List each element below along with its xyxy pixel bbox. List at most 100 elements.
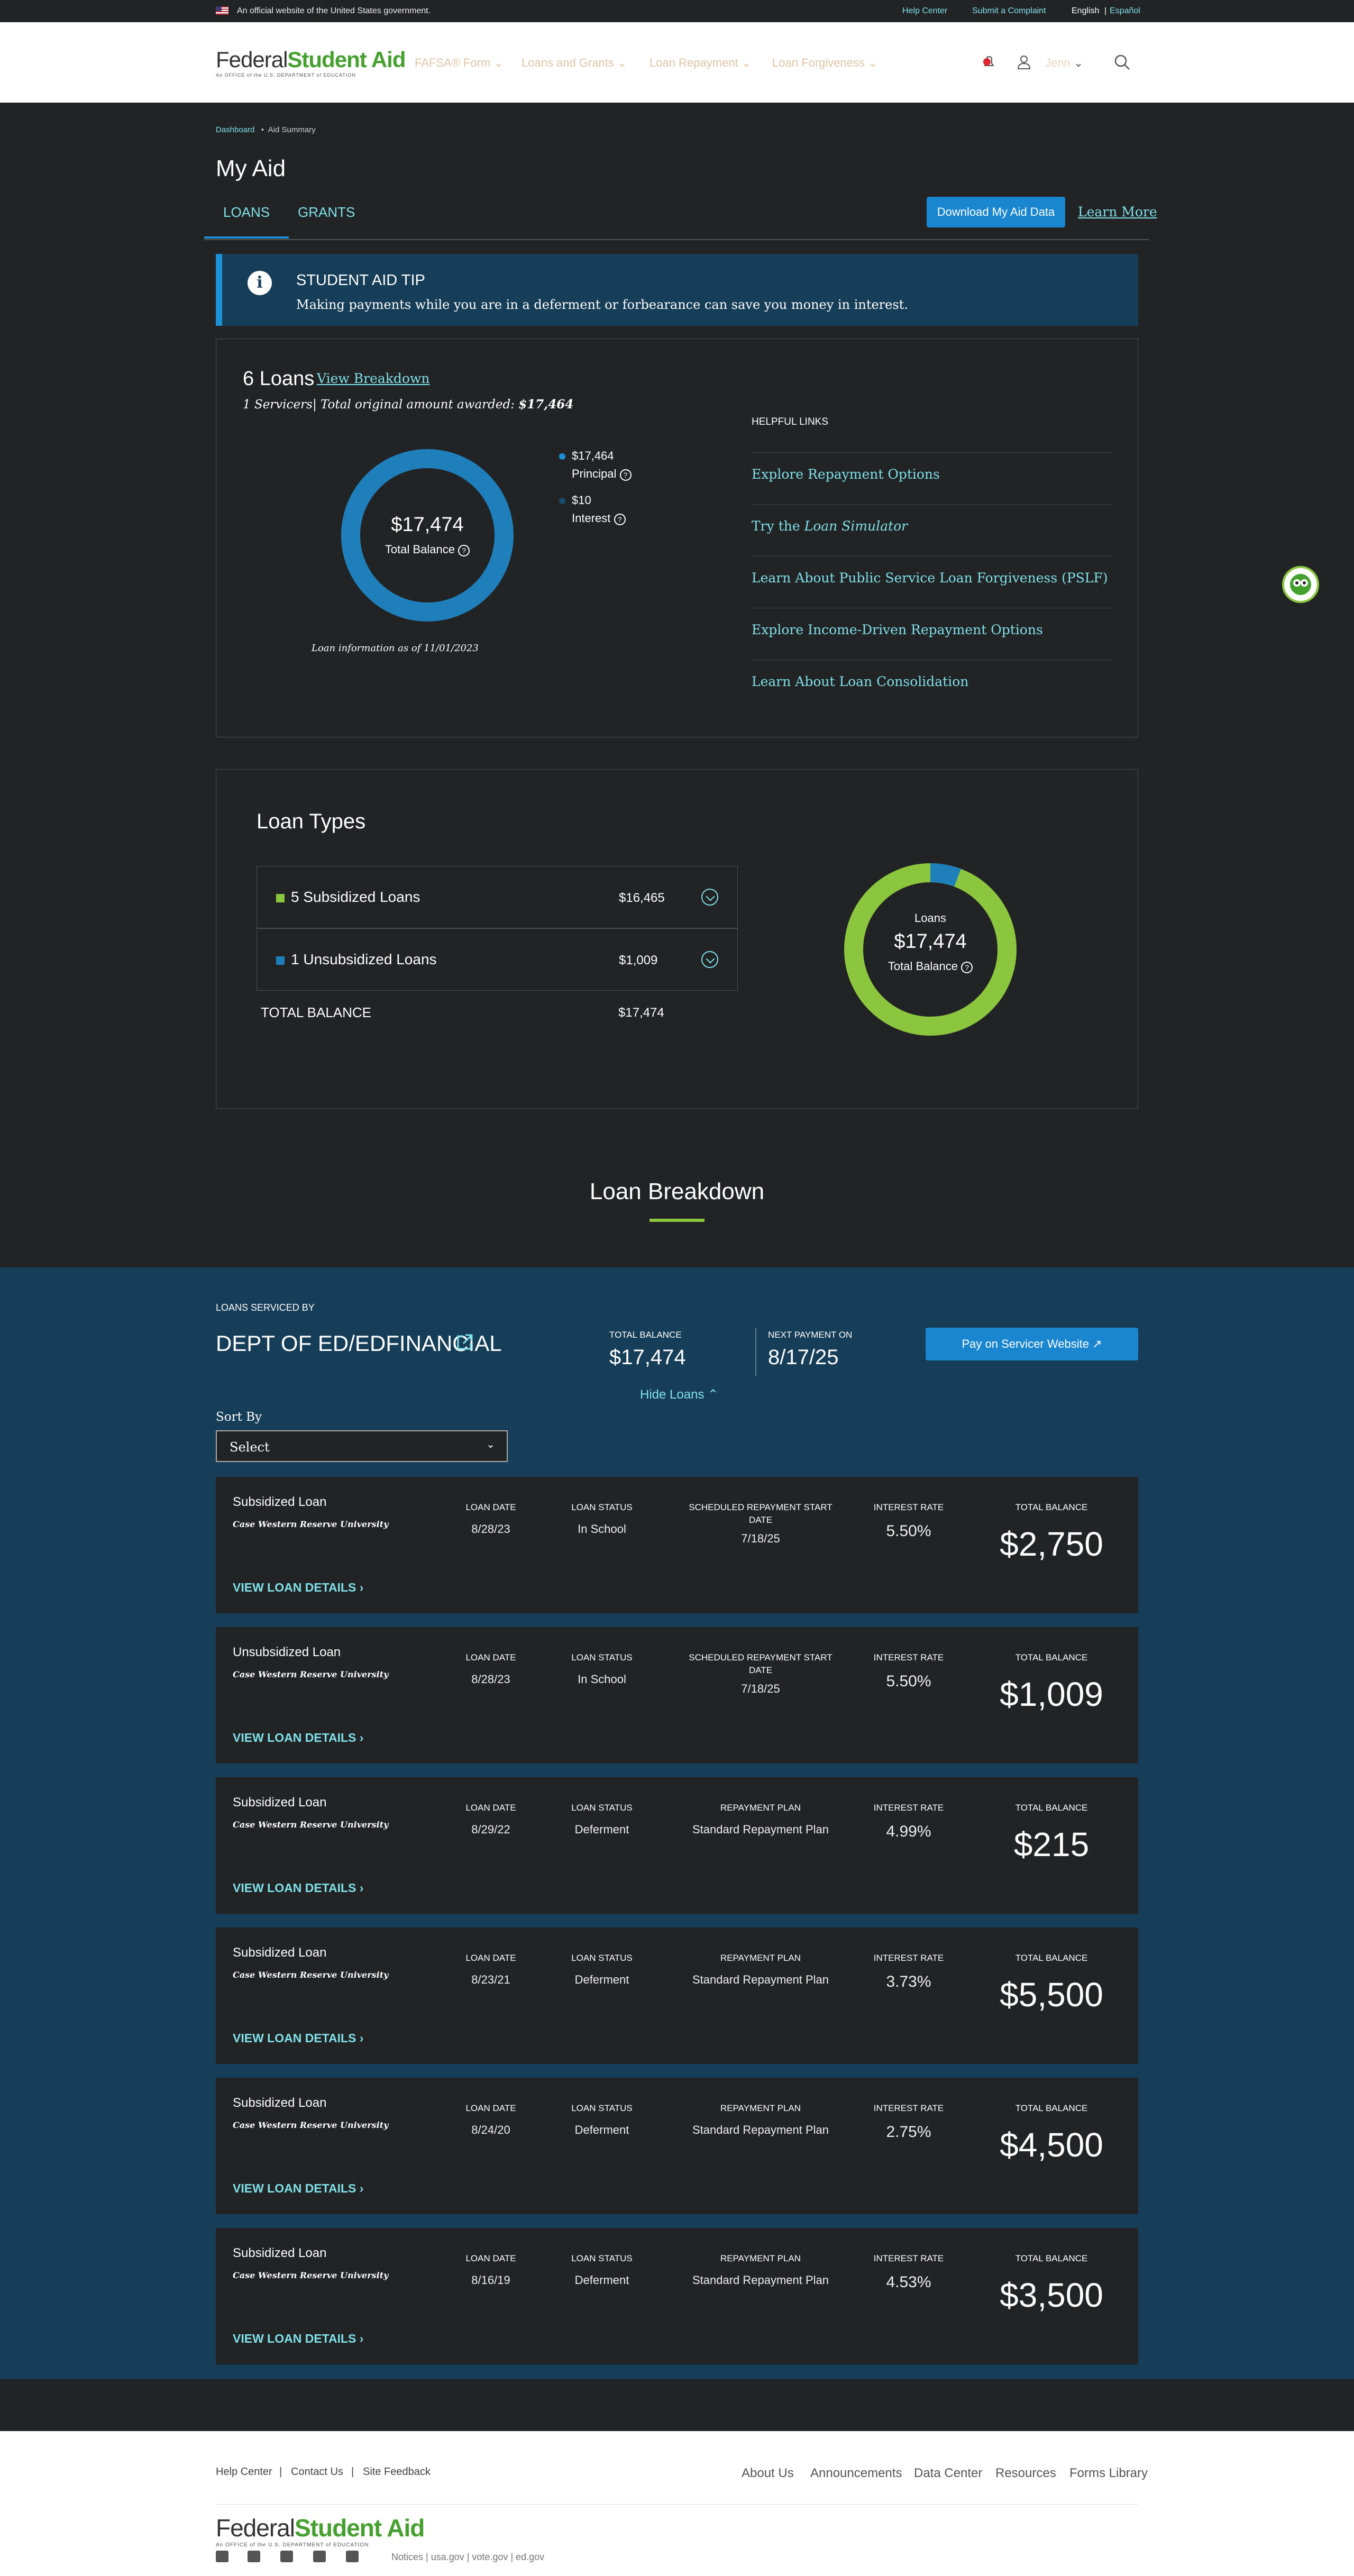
repayment-plan: Standard Repayment Plan <box>692 2123 829 2136</box>
sort-select[interactable]: Select ⌄ <box>216 1430 508 1462</box>
interest-rate: 2.75% <box>886 2123 931 2141</box>
repayment-plan: Standard Repayment Plan <box>692 1973 829 1986</box>
fsa-logo[interactable]: FederalStudent Aid An OFFICE of the U.S.… <box>216 47 406 78</box>
serviced-by-label: LOANS SERVICED BY <box>216 1302 315 1313</box>
donut-total-amount: $17,474 <box>894 930 967 953</box>
view-loan-details-link[interactable]: VIEW LOAN DETAILS › <box>233 2181 363 2196</box>
tip-title: STUDENT AID TIP <box>296 272 425 289</box>
tab-loans[interactable]: LOANS <box>204 204 289 239</box>
view-breakdown-link[interactable]: View Breakdown <box>317 371 429 386</box>
help-center-link[interactable]: Help Center <box>902 6 947 16</box>
loan-type-amount: $16,465 <box>619 891 665 905</box>
title-underline <box>649 1219 705 1222</box>
footer-about-us[interactable]: About Us <box>742 2466 794 2481</box>
loan-date: 8/29/22 <box>471 1823 510 1836</box>
col-header: LOAN STATUS <box>571 1953 633 1963</box>
view-loan-details-link[interactable]: VIEW LOAN DETAILS › <box>233 2332 363 2346</box>
col-header: INTEREST RATE <box>873 2253 944 2263</box>
loan-date: 8/28/23 <box>471 1673 510 1686</box>
total-balance-label: TOTAL BALANCE <box>261 1004 372 1020</box>
external-link-icon: ↗ <box>1092 1337 1102 1350</box>
notification-bell-icon[interactable] <box>980 53 999 72</box>
external-link-icon[interactable] <box>455 1333 474 1352</box>
loan-balance: $3,500 <box>1000 2276 1103 2314</box>
col-header: SCHEDULED REPAYMENT START DATE <box>689 1652 832 1675</box>
twitter-icon[interactable] <box>216 2551 228 2562</box>
view-loan-details-link[interactable]: VIEW LOAN DETAILS › <box>233 1731 363 1745</box>
footer-sep: | <box>351 2466 354 2478</box>
loan-card: Subsidized Loan Case Western Reserve Uni… <box>216 1477 1138 1613</box>
link-idr-options[interactable]: Explore Income-Driven Repayment Options <box>752 608 1113 660</box>
logo-federal: Federal <box>216 47 288 72</box>
user-icon[interactable] <box>1014 53 1033 72</box>
nav-fafsa[interactable]: FAFSA® Form ⌄ <box>415 56 504 70</box>
link-loan-simulator[interactable]: Try the Loan Simulator <box>752 504 1113 556</box>
loan-date: 8/24/20 <box>471 2123 510 2136</box>
download-aid-data-button[interactable]: Download My Aid Data <box>927 197 1065 227</box>
nav-loan-forgiveness[interactable]: Loan Forgiveness ⌄ <box>772 56 877 70</box>
col-header: TOTAL BALANCE <box>1015 2103 1088 2113</box>
nav-loan-repayment[interactable]: Loan Repayment ⌄ <box>649 56 751 70</box>
col-header: REPAYMENT PLAN <box>720 2103 801 2113</box>
breadcrumb-current: Aid Summary <box>268 125 316 134</box>
search-icon[interactable] <box>1113 53 1132 72</box>
loan-count: 6 Loans <box>243 368 315 390</box>
loan-date: 8/28/23 <box>471 1522 510 1536</box>
col-header: TOTAL BALANCE <box>1015 2253 1088 2263</box>
breadcrumb-dashboard[interactable]: Dashboard <box>216 125 254 134</box>
footer-bottom-links[interactable]: Notices | usa.gov | vote.gov | ed.gov <box>391 2552 544 2563</box>
chevron-right-icon: › <box>359 1881 364 1895</box>
help-circle-icon: ? <box>961 962 973 973</box>
owl-icon <box>1290 574 1311 595</box>
gov-banner: An official website of the United States… <box>0 0 1354 22</box>
view-loan-details-link[interactable]: VIEW LOAN DETAILS › <box>233 1881 363 1895</box>
footer-logo[interactable]: FederalStudent Aid An OFFICE of the U.S.… <box>216 2514 425 2548</box>
footer-resources[interactable]: Resources <box>995 2466 1056 2481</box>
loan-summary-card: 6 Loans View Breakdown 1 Servicers| Tota… <box>216 339 1138 737</box>
footer-contact-us[interactable]: Contact Us <box>291 2466 343 2478</box>
view-loan-details-link[interactable]: VIEW LOAN DETAILS › <box>233 2031 363 2045</box>
principal-legend: $17,464 Principal ? <box>559 449 632 481</box>
link-repayment-options[interactable]: Explore Repayment Options <box>752 452 1113 504</box>
col-header: LOAN STATUS <box>571 2103 633 2113</box>
footer-forms-library[interactable]: Forms Library <box>1069 2466 1148 2481</box>
loan-type-row-unsubsidized[interactable]: 1 Unsubsidized Loans $1,009 <box>257 928 738 991</box>
chevron-down-icon <box>701 889 718 906</box>
footer-help-center[interactable]: Help Center <box>216 2466 272 2478</box>
learn-more-link[interactable]: Learn More <box>1078 204 1157 220</box>
loan-date: 8/16/19 <box>471 2273 510 2287</box>
col-header: INTEREST RATE <box>873 1502 944 1512</box>
tab-grants[interactable]: GRANTS <box>298 204 355 221</box>
facebook-icon[interactable] <box>248 2551 260 2562</box>
servicers-line: 1 Servicers| Total original amount award… <box>243 397 574 412</box>
language-english[interactable]: English <box>1072 6 1099 16</box>
chat-assistant-button[interactable] <box>1282 566 1319 603</box>
interest-rate: 3.73% <box>886 1973 931 1990</box>
loan-type: Subsidized Loan <box>233 1495 327 1509</box>
link-consolidation[interactable]: Learn About Loan Consolidation <box>752 660 1113 711</box>
sort-by-label: Sort By <box>216 1410 262 1424</box>
footer-announcements[interactable]: Announcements <box>810 2466 902 2481</box>
loan-school: Case Western Reserve University <box>233 1669 389 1679</box>
col-header: INTEREST RATE <box>873 1652 944 1662</box>
footer-data-center[interactable]: Data Center <box>914 2466 982 2481</box>
instagram-icon[interactable] <box>280 2551 293 2562</box>
nav-loans-grants[interactable]: Loans and Grants ⌄ <box>522 56 627 70</box>
youtube-icon[interactable] <box>346 2551 359 2562</box>
view-loan-details-link[interactable]: VIEW LOAN DETAILS › <box>233 1581 363 1595</box>
loan-school: Case Western Reserve University <box>233 1820 389 1830</box>
submit-complaint-link[interactable]: Submit a Complaint <box>972 6 1046 16</box>
user-menu[interactable]: Jenn ⌄ <box>1045 56 1083 70</box>
hide-loans-toggle[interactable]: Hide Loans ⌃ <box>640 1387 718 1402</box>
pay-servicer-button[interactable]: Pay on Servicer Website ↗ <box>926 1328 1138 1360</box>
loan-balance: $5,500 <box>1000 1976 1103 2014</box>
student-aid-tip: i STUDENT AID TIP Making payments while … <box>216 254 1138 326</box>
footer-site-feedback[interactable]: Site Feedback <box>363 2466 431 2478</box>
loan-type-row-subsidized[interactable]: 5 Subsidized Loans $16,465 <box>257 866 738 928</box>
loan-breakdown-title: Loan Breakdown <box>589 1179 765 1204</box>
chevron-right-icon: › <box>359 2332 364 2345</box>
link-pslf[interactable]: Learn About Public Service Loan Forgiven… <box>752 556 1113 608</box>
col-header: LOAN DATE <box>465 2253 516 2263</box>
linkedin-icon[interactable] <box>313 2551 326 2562</box>
language-espanol[interactable]: Español <box>1110 6 1140 16</box>
